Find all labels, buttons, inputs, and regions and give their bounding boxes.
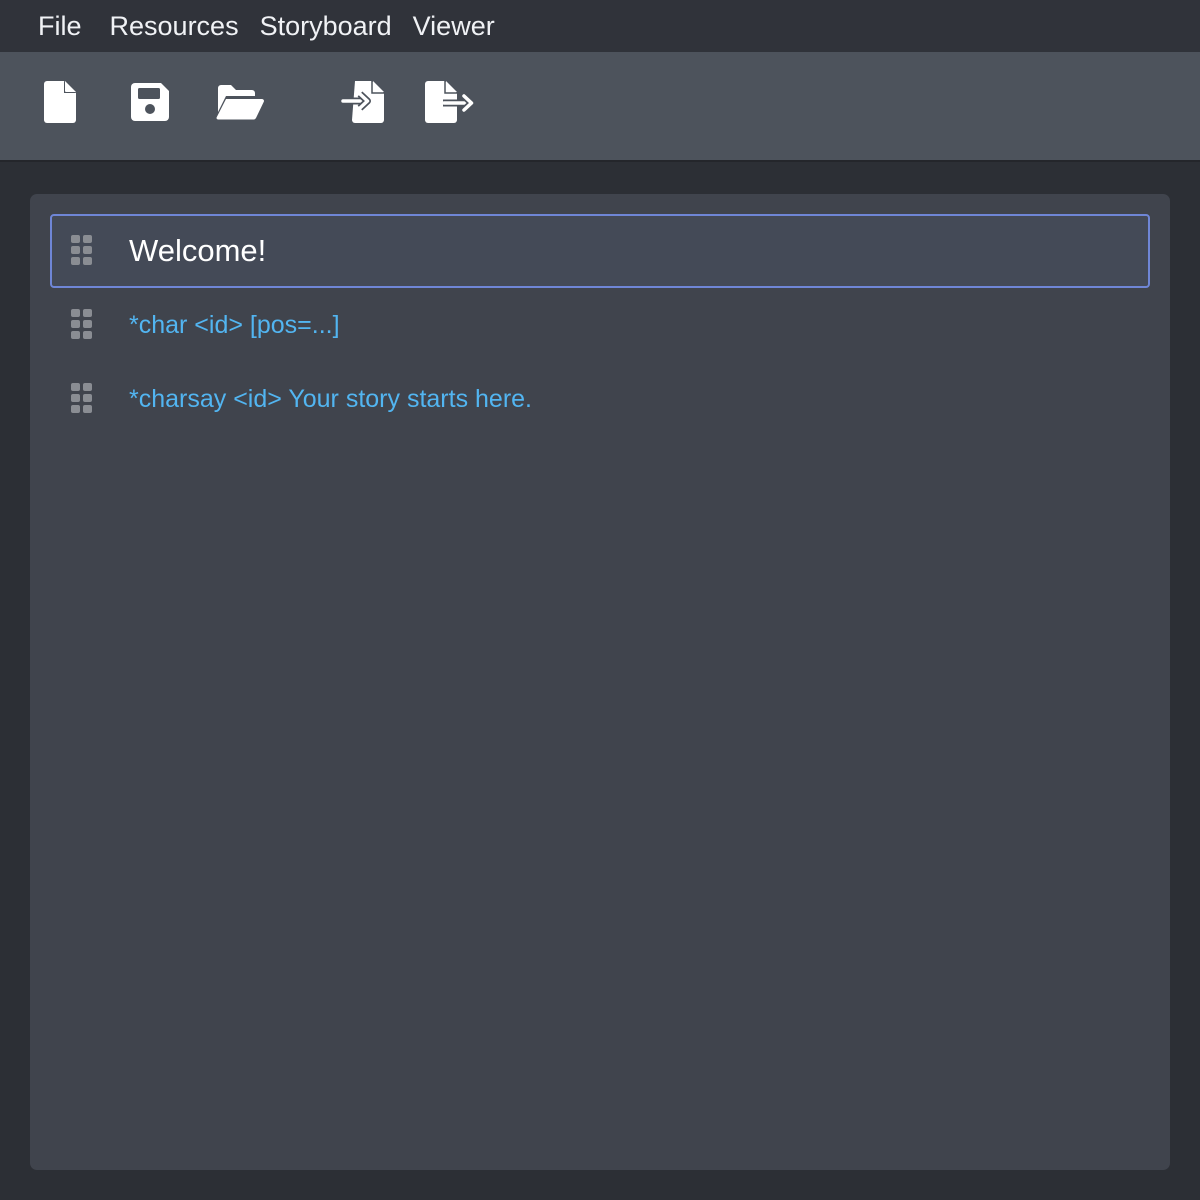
line-text[interactable]: Welcome! — [129, 233, 266, 269]
import-button[interactable] — [336, 78, 388, 126]
menu-resources[interactable]: Resources — [110, 11, 239, 42]
editor-line[interactable]: *char <id> [pos=...] — [50, 288, 1150, 362]
new-file-button[interactable] — [34, 78, 86, 126]
toolbar — [0, 52, 1200, 162]
line-text[interactable]: *charsay <id> Your story starts here. — [129, 385, 532, 414]
open-folder-button[interactable] — [214, 78, 266, 126]
export-button[interactable] — [424, 78, 476, 126]
save-button[interactable] — [124, 78, 176, 126]
menu-file[interactable]: File — [38, 11, 82, 42]
import-file-icon — [341, 81, 384, 123]
storyboard-editor: Welcome! *char <id> [pos=...] *charsay <… — [30, 194, 1170, 1170]
menu-bar: File Resources Storyboard Viewer — [0, 0, 1200, 52]
open-folder-icon — [216, 85, 264, 120]
menu-storyboard[interactable]: Storyboard — [260, 11, 392, 42]
drag-handle-icon[interactable] — [71, 309, 95, 341]
line-text[interactable]: *char <id> [pos=...] — [129, 311, 340, 340]
menu-viewer[interactable]: Viewer — [413, 11, 495, 42]
editor-line[interactable]: *charsay <id> Your story starts here. — [50, 362, 1150, 436]
drag-handle-icon[interactable] — [71, 383, 95, 415]
new-file-icon — [44, 81, 76, 123]
editor-line[interactable]: Welcome! — [50, 214, 1150, 288]
drag-handle-icon[interactable] — [71, 235, 95, 267]
export-file-icon — [425, 81, 475, 123]
save-icon — [131, 83, 169, 121]
